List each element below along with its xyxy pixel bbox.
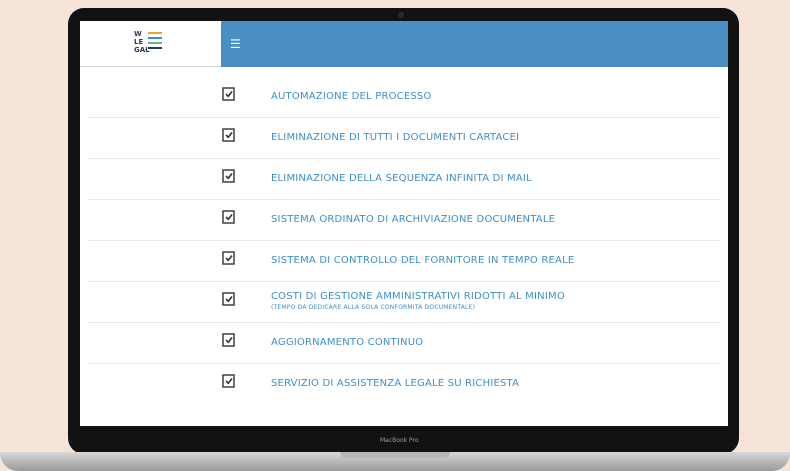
logo-box[interactable]: W LE GAL [80, 21, 221, 67]
feature-label: COSTI DI GESTIONE AMMINISTRATIVI RIDOTTI… [271, 291, 565, 302]
hamburger-icon: ☰ [230, 37, 241, 51]
checklist-icon [222, 210, 235, 224]
checklist-icon [222, 292, 235, 306]
list-item: ELIMINAZIONE DI TUTTI I DOCUMENTI CARTAC… [88, 118, 720, 159]
checklist-icon [222, 333, 235, 347]
list-item: SISTEMA ORDINATO DI ARCHIVIAZIONE DOCUME… [88, 200, 720, 241]
checklist-icon [222, 128, 235, 142]
feature-label: SERVIZIO DI ASSISTENZA LEGALE SU RICHIES… [271, 378, 520, 389]
hamburger-menu-button[interactable]: ☰ [230, 38, 242, 50]
feature-label: SISTEMA ORDINATO DI ARCHIVIAZIONE DOCUME… [271, 214, 556, 225]
header-bar: W LE GAL ☰ [80, 21, 728, 67]
logo-text-line-1: W [134, 30, 142, 38]
list-item: COSTI DI GESTIONE AMMINISTRATIVI RIDOTTI… [88, 282, 720, 323]
logo-text-line-2: LE [134, 38, 144, 46]
checklist-icon [222, 251, 235, 265]
feature-label: ELIMINAZIONE DELLA SEQUENZA INFINITA DI … [271, 173, 532, 184]
list-item: SISTEMA DI CONTROLLO DEL FORNITORE IN TE… [88, 241, 720, 282]
feature-label: SISTEMA DI CONTROLLO DEL FORNITORE IN TE… [271, 255, 575, 266]
device-label: MacBook Pro [380, 437, 419, 444]
checklist-icon [222, 87, 235, 101]
list-item: AGGIORNAMENTO CONTINUO [88, 323, 720, 364]
checklist-icon [222, 169, 235, 183]
feature-label: ELIMINAZIONE DI TUTTI I DOCUMENTI CARTAC… [271, 132, 520, 143]
logo-bars-icon [148, 32, 162, 56]
feature-list: AUTOMAZIONE DEL PROCESSO ELIMINAZIONE DI… [88, 77, 720, 405]
feature-label: AUTOMAZIONE DEL PROCESSO [271, 91, 432, 102]
camera-dot [398, 12, 404, 18]
screen: W LE GAL ☰ AUTOMAZIONE DEL PROCESSO ELIM… [80, 21, 728, 426]
list-item: SERVIZIO DI ASSISTENZA LEGALE SU RICHIES… [88, 364, 720, 405]
logo: W LE GAL [134, 30, 164, 60]
feature-label: AGGIORNAMENTO CONTINUO [271, 337, 424, 348]
checklist-icon [222, 374, 235, 388]
list-item: AUTOMAZIONE DEL PROCESSO [88, 77, 720, 118]
list-item: ELIMINAZIONE DELLA SEQUENZA INFINITA DI … [88, 159, 720, 200]
laptop-hinge-notch [340, 452, 450, 458]
feature-sublabel: (TEMPO DA DEDICARE ALLA SOLA CONFORMITÀ … [271, 304, 476, 311]
